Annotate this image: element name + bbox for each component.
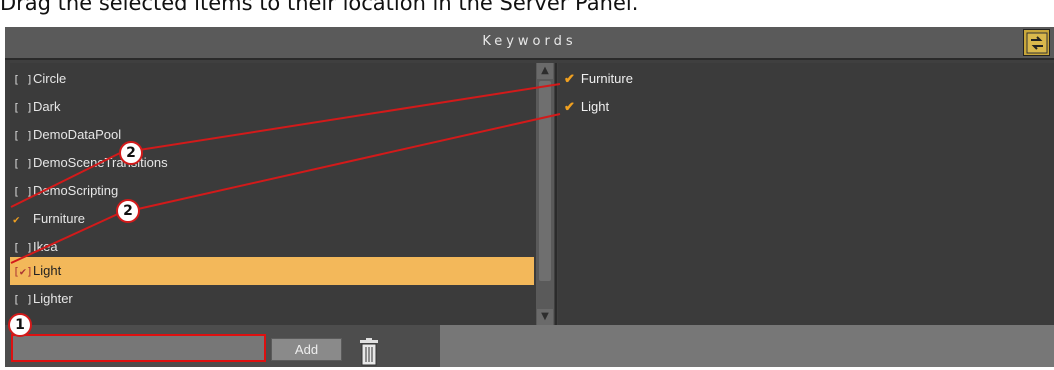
add-button[interactable]: Add — [271, 338, 342, 361]
list-item-label: Furniture — [580, 71, 633, 86]
list-item[interactable]: [ ]DemoScripting — [10, 177, 534, 205]
list-item-label: Circle — [33, 71, 67, 86]
trash-icon[interactable] — [357, 338, 381, 366]
list-item[interactable]: [ ]DemoSceneTransitions — [10, 149, 534, 177]
list-item-label: Light — [580, 99, 610, 114]
list-item-label: Lighter — [33, 291, 73, 306]
swap-icon[interactable] — [1023, 29, 1050, 56]
panel-divider — [555, 63, 557, 325]
panel-header: Keywords — [5, 27, 1054, 60]
scroll-down-arrow-icon[interactable]: ▼ — [537, 309, 553, 325]
list-item-label: Light — [33, 263, 62, 278]
callout-2-furniture: 2 — [119, 141, 143, 165]
panel-title: Keywords — [482, 34, 577, 49]
list-item-label: Furniture — [33, 211, 86, 226]
keyword-input[interactable] — [11, 334, 266, 362]
list-item[interactable]: [ ]Dark — [10, 93, 534, 121]
server-list-item[interactable]: ✔ Light — [564, 93, 609, 121]
checkmark-icon[interactable]: ✔ — [10, 206, 33, 234]
list-item-label: Dark — [33, 99, 61, 114]
checkmark-icon: ✔ — [564, 71, 575, 86]
scroll-up-arrow-icon[interactable]: ▲ — [537, 63, 553, 79]
list-item-label: Ikea — [33, 239, 58, 254]
list-item[interactable]: [ ]Circle — [10, 65, 534, 93]
list-item-light-selected[interactable]: [✔]Light — [10, 257, 534, 285]
list-item-label: DemoDataPool — [33, 127, 122, 142]
list-item-label: DemoScripting — [33, 183, 119, 198]
footer-right-area — [440, 325, 1054, 367]
checkbox-checked[interactable]: [✔] — [10, 258, 33, 286]
list-item[interactable]: [ ]Lighter — [10, 285, 534, 313]
list-item-furniture[interactable]: ✔ Furniture — [10, 205, 534, 233]
list-item-label: DemoSceneTransitions — [33, 155, 168, 170]
instruction-caption: Drag the selected items to their locatio… — [0, 0, 639, 15]
server-list-item[interactable]: ✔ Furniture — [564, 65, 633, 93]
list-item[interactable]: [ ]DemoDataPool — [10, 121, 534, 149]
list-scrollbar[interactable]: ▲ ▼ — [536, 63, 554, 325]
keyword-list: [ ]Circle [ ]Dark [ ]DemoDataPool [ ]Dem… — [10, 63, 536, 325]
scrollbar-thumb[interactable] — [539, 81, 551, 281]
server-keyword-list: ✔ Furniture ✔ Light — [558, 63, 1054, 325]
callout-2-light: 2 — [116, 199, 140, 223]
callout-1-input: 1 — [8, 313, 32, 337]
checkmark-icon: ✔ — [564, 99, 575, 114]
keyword-input-field[interactable] — [13, 336, 264, 360]
